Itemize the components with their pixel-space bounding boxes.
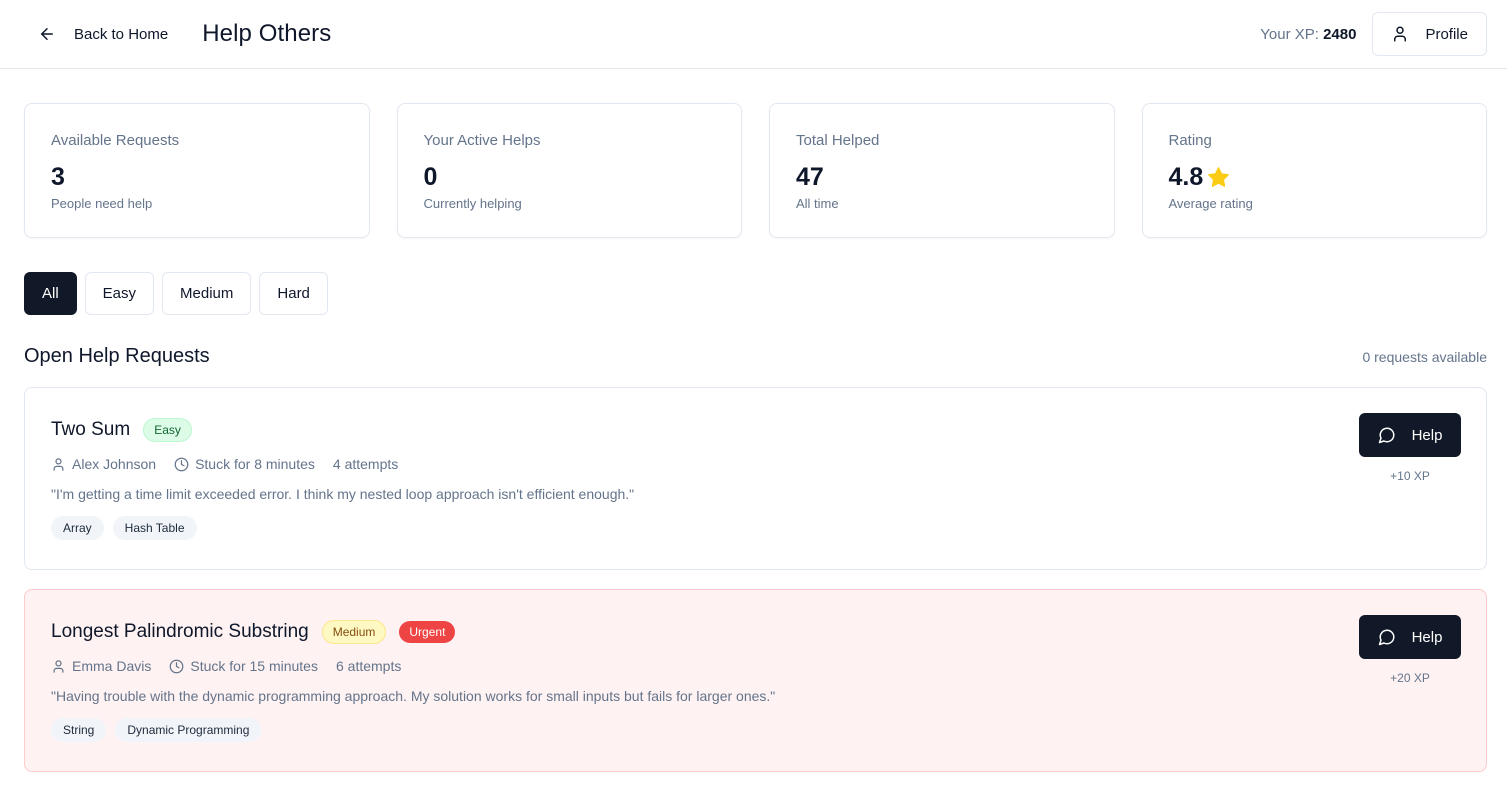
requester-name: Alex Johnson: [72, 456, 157, 472]
back-to-home-link[interactable]: Back to Home: [38, 25, 168, 43]
xp-value: 2480: [1323, 25, 1357, 43]
requests-count: 0 requests available: [1362, 348, 1487, 365]
help-label: Help: [1411, 426, 1443, 444]
user-icon: [1394, 26, 1407, 42]
back-label: Back to Home: [74, 25, 169, 43]
stat-number: 3: [51, 163, 65, 191]
user-icon: [53, 659, 64, 673]
stat-card-active: Your Active Helps 0 Currently helping: [396, 103, 742, 238]
request-card: Longest Palindromic Substring Medium Urg…: [24, 589, 1487, 772]
arrow-left-icon: [41, 28, 53, 40]
stat-number: 0: [423, 163, 438, 191]
page-title: Help Others: [202, 20, 332, 47]
topic-tag: Array: [51, 516, 104, 540]
profile-label: Profile: [1425, 25, 1468, 43]
difficulty-badge: Easy: [143, 418, 192, 442]
filter-hard-button[interactable]: Hard: [259, 272, 328, 315]
stat-value: 3: [51, 163, 343, 192]
stat-value: 47: [796, 163, 1088, 192]
stat-sub: Currently helping: [423, 196, 522, 211]
xp-reward: +10 XP: [1390, 469, 1430, 483]
star-icon: [1208, 167, 1230, 187]
stat-sub: All time: [796, 196, 839, 211]
request-meta: Emma Davis Stuck for 15 minutes 6 attemp…: [51, 658, 1460, 674]
clock-icon: [174, 457, 189, 471]
message-circle-icon: [1378, 629, 1394, 646]
user-icon: [53, 457, 64, 471]
difficulty-badge: Medium: [321, 620, 387, 644]
message-circle-icon: [1378, 427, 1394, 444]
attempts-count: 4 attempts: [332, 456, 399, 472]
topic-tag: String: [51, 718, 107, 742]
stats-row: Available Requests 3 People need help Yo…: [0, 69, 1507, 238]
stat-value: 0: [424, 163, 716, 192]
xp-display: Your XP: 2480: [1260, 26, 1356, 43]
profile-button[interactable]: Profile: [1372, 12, 1487, 56]
tag-list: String Dynamic Programming: [51, 718, 1460, 742]
filter-easy-button[interactable]: Easy: [84, 272, 155, 315]
stat-label: Your Active Helps: [423, 132, 541, 149]
topic-tag: Hash Table: [112, 516, 197, 540]
stat-card-rating: Rating 4.8 Average rating: [1141, 103, 1487, 238]
xp-label: Your XP:: [1260, 25, 1319, 43]
stat-value: 4.8: [1169, 163, 1461, 192]
filter-medium-button[interactable]: Medium: [162, 272, 252, 315]
stat-label: Total Helped: [796, 132, 880, 149]
stuck-duration: Stuck for 8 minutes: [195, 456, 315, 472]
stuck-duration: Stuck for 15 minutes: [190, 658, 318, 674]
request-title: Two Sum: [51, 419, 131, 440]
stat-number: 4.8: [1168, 163, 1204, 191]
requester-name: Emma Davis: [72, 658, 152, 674]
request-meta: Alex Johnson Stuck for 8 minutes 4 attem…: [51, 456, 1460, 472]
request-quote: "Having trouble with the dynamic program…: [51, 688, 776, 704]
help-button[interactable]: Help: [1359, 413, 1461, 457]
clock-icon: [169, 659, 184, 673]
topic-tag: Dynamic Programming: [115, 718, 262, 742]
stat-card-available: Available Requests 3 People need help: [24, 103, 370, 238]
request-quote: "I'm getting a time limit exceeded error…: [51, 486, 635, 502]
xp-reward: +20 XP: [1390, 671, 1430, 685]
filter-all-button[interactable]: All: [24, 272, 77, 315]
help-button[interactable]: Help: [1359, 615, 1461, 659]
stat-number: 47: [796, 163, 824, 191]
attempts-count: 6 attempts: [335, 658, 402, 674]
urgent-badge: Urgent: [399, 621, 456, 643]
stat-label: Available Requests: [51, 132, 180, 149]
stat-sub: People need help: [51, 196, 153, 211]
request-title: Longest Palindromic Substring: [51, 621, 309, 642]
help-label: Help: [1411, 628, 1443, 646]
tag-list: Array Hash Table: [51, 516, 1460, 540]
requests-section-header: Open Help Requests 0 requests available: [0, 315, 1507, 368]
difficulty-filter: All Easy Medium Hard: [0, 238, 1507, 315]
stat-label: Rating: [1168, 132, 1212, 149]
stat-sub: Average rating: [1168, 196, 1253, 211]
stat-card-total: Total Helped 47 All time: [769, 103, 1115, 238]
request-card: Two Sum Easy Alex Johnson Stuck for 8 mi…: [24, 387, 1487, 570]
top-header: Back to Home Help Others Your XP: 2480 P…: [0, 0, 1507, 69]
section-title: Open Help Requests: [24, 345, 210, 367]
